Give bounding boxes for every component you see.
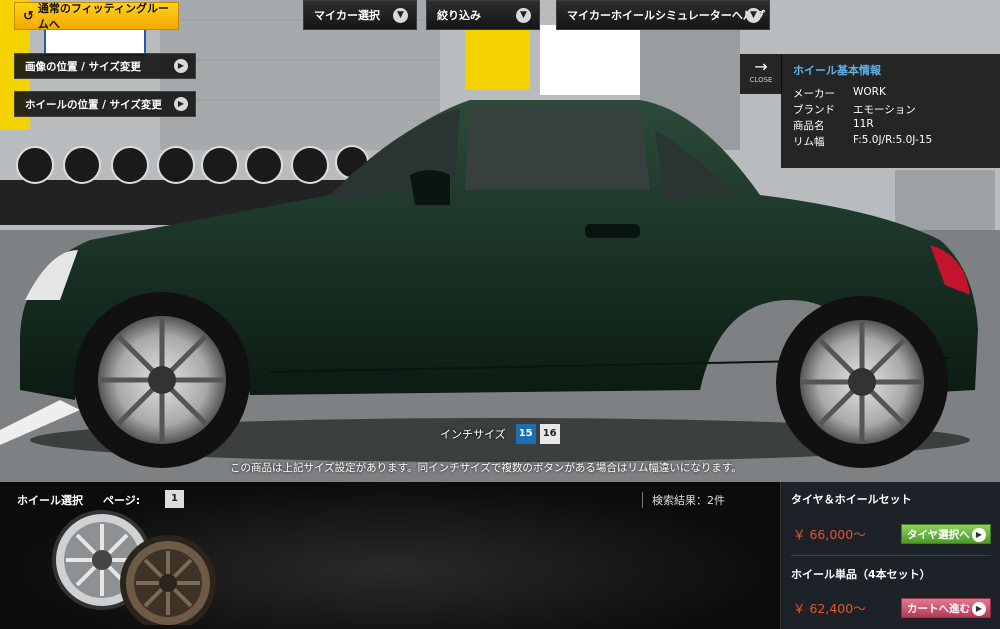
wheel-info-title: ホイール基本情報 bbox=[793, 64, 881, 77]
info-value: 11R bbox=[853, 118, 874, 130]
inch-15-button[interactable]: 15 bbox=[515, 424, 536, 444]
filter-button[interactable]: 絞り込み ▼ bbox=[426, 0, 540, 30]
chevron-down-icon: ▼ bbox=[746, 8, 761, 23]
wheel-single-title: ホイール単品（4本セット） bbox=[791, 568, 931, 581]
page-label: ページ: bbox=[103, 494, 141, 507]
wheel-thumbnails bbox=[52, 510, 216, 625]
my-car-select-label: マイカー選択 bbox=[314, 9, 380, 22]
fitting-room-label: 通常のフィッティングルームへ bbox=[37, 2, 170, 31]
inch-size-label: インチサイズ bbox=[440, 428, 506, 441]
simulator-help-label: マイカーホイールシミュレーターヘルプ bbox=[567, 9, 765, 22]
chevron-right-icon: ▶ bbox=[972, 602, 986, 616]
tire-select-label: タイヤ選択へ bbox=[907, 528, 970, 541]
info-key: ブランド bbox=[793, 104, 835, 116]
wheel-position-size-button[interactable]: ホイールの位置 / サイズ変更 ▶ bbox=[14, 91, 196, 117]
price-panel: タイヤ＆ホイールセット ￥ 66,000～ タイヤ選択へ ▶ ホイール単品（4本… bbox=[780, 482, 1000, 629]
wheel-info-panel: ホイール基本情報 メーカー WORK ブランド エモーション 商品名 11R リ… bbox=[781, 54, 1000, 168]
inch-size-selector: インチサイズ 15 16 bbox=[440, 424, 560, 444]
simulator-help-button[interactable]: マイカーホイールシミュレーターヘルプ ▼ bbox=[556, 0, 770, 30]
search-results-count: 検索結果：2件 bbox=[642, 492, 725, 508]
info-row: ブランド エモーション bbox=[793, 102, 1000, 118]
proceed-to-cart-button[interactable]: カートへ進む ▶ bbox=[901, 598, 991, 618]
wheel-position-size-label: ホイールの位置 / サイズ変更 bbox=[25, 98, 162, 111]
image-position-size-button[interactable]: 画像の位置 / サイズ変更 ▶ bbox=[14, 53, 196, 79]
wheel-select-label: ホイール選択 bbox=[17, 494, 83, 507]
info-value: WORK bbox=[853, 86, 886, 98]
info-row: 商品名 11R bbox=[793, 118, 1000, 134]
info-row: リム幅 F:5.0J/R:5.0J-15 bbox=[793, 134, 1000, 150]
filter-label: 絞り込み bbox=[437, 9, 481, 22]
info-key: リム幅 bbox=[793, 136, 825, 148]
return-icon: ↺ bbox=[23, 8, 34, 24]
chevron-right-icon: ▶ bbox=[174, 97, 188, 111]
fitting-room-button[interactable]: ↺ 通常のフィッティングルームへ bbox=[14, 2, 179, 31]
wheel-select-panel: ホイール選択 ページ: 1 検索結果：2件 bbox=[0, 482, 780, 629]
chevron-down-icon: ▼ bbox=[516, 8, 531, 23]
chevron-right-icon: ▶ bbox=[174, 59, 188, 73]
arrow-right-icon: → bbox=[754, 57, 768, 76]
my-car-select-button[interactable]: マイカー選択 ▼ bbox=[303, 0, 417, 30]
page-1-button[interactable]: 1 bbox=[165, 490, 184, 508]
wheel-single-price: ￥ 62,400～ bbox=[793, 601, 866, 616]
image-position-size-label: 画像の位置 / サイズ変更 bbox=[25, 60, 141, 73]
close-label: CLOSE bbox=[749, 76, 773, 84]
info-value: F:5.0J/R:5.0J-15 bbox=[853, 134, 933, 146]
tire-wheel-set-title: タイヤ＆ホイールセット bbox=[791, 493, 912, 506]
chevron-right-icon: ▶ bbox=[972, 528, 986, 542]
info-value: エモーション bbox=[853, 104, 916, 116]
info-key: 商品名 bbox=[793, 120, 825, 132]
info-key: メーカー bbox=[793, 88, 835, 100]
close-info-button[interactable]: → CLOSE bbox=[740, 54, 782, 94]
inch-16-button[interactable]: 16 bbox=[539, 424, 560, 444]
tire-wheel-set-price: ￥ 66,000～ bbox=[793, 527, 866, 542]
info-row: メーカー WORK bbox=[793, 86, 1000, 102]
tire-select-button[interactable]: タイヤ選択へ ▶ bbox=[901, 524, 991, 544]
proceed-to-cart-label: カートへ進む bbox=[907, 602, 970, 615]
divider bbox=[791, 555, 991, 556]
size-notice: この商品は上記サイズ設定があります。同インチサイズで複数のボタンがある場合はリム… bbox=[230, 462, 742, 474]
chevron-down-icon: ▼ bbox=[393, 8, 408, 23]
